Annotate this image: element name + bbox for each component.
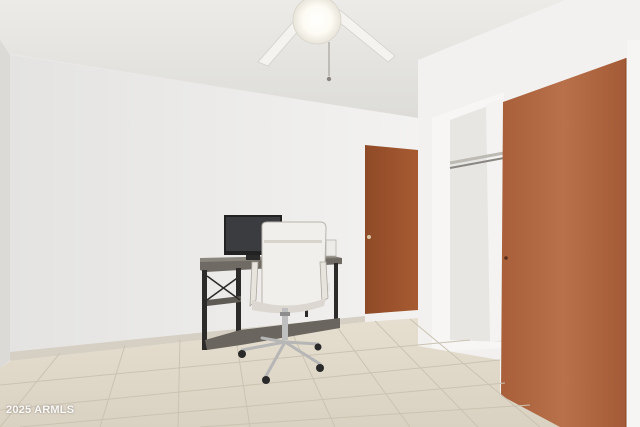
closet-door <box>501 58 626 427</box>
room-photo: 2025 ARMLS <box>0 0 640 427</box>
room-illustration <box>0 0 640 427</box>
left-side-wall <box>0 40 10 368</box>
watermark: 2025 ARMLS <box>6 404 75 416</box>
fan-light-globe <box>292 0 342 45</box>
interior-door <box>365 145 418 314</box>
